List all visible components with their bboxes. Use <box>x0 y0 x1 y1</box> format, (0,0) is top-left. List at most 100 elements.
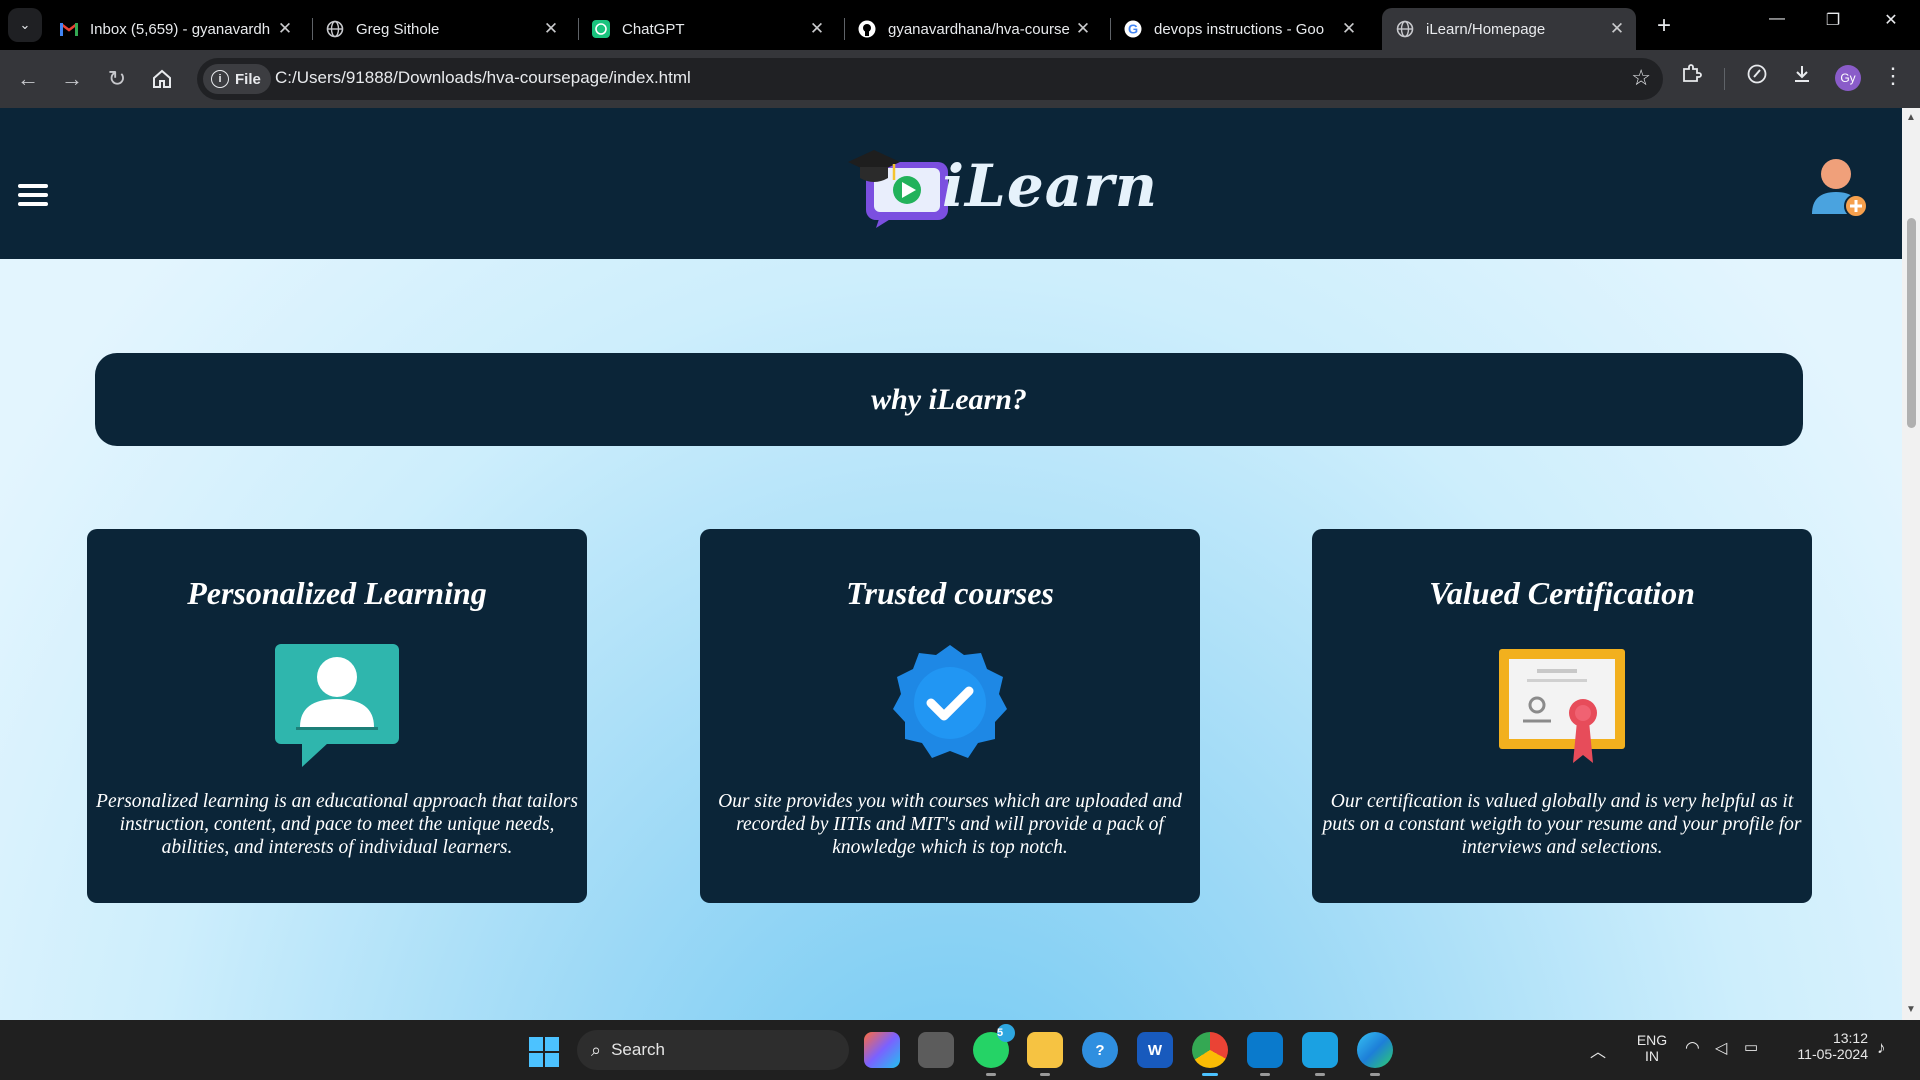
why-ilearn-banner: why iLearn? <box>95 353 1803 446</box>
taskbar-search[interactable]: ⌕ Search <box>577 1030 849 1070</box>
puzzle-icon <box>1683 64 1702 82</box>
performance-button[interactable] <box>1741 63 1773 91</box>
page-scrollbar[interactable]: ▲ ▼ <box>1902 108 1920 1020</box>
tab-title: ChatGPT <box>622 20 685 38</box>
close-icon[interactable]: ✕ <box>1336 19 1362 39</box>
reload-button[interactable]: ↻ <box>102 64 132 94</box>
tab-title: devops instructions - Goo <box>1154 20 1325 38</box>
arrow-left-icon: ← <box>17 66 39 91</box>
chevron-down-icon: ⌄ <box>19 17 31 32</box>
close-icon[interactable]: ✕ <box>538 19 564 39</box>
profile-avatar[interactable]: Gy <box>1835 65 1861 91</box>
scroll-thumb[interactable] <box>1907 218 1916 428</box>
chip-label: File <box>235 70 261 88</box>
feature-card-personalized: Personalized Learning Personalized learn… <box>87 529 587 903</box>
home-button[interactable] <box>147 64 177 94</box>
tab-google-doc[interactable]: G devops instructions - Goo ✕ <box>1110 8 1368 50</box>
browser-menu-button[interactable]: ⋮ <box>1877 63 1909 89</box>
close-icon[interactable]: ✕ <box>272 19 298 39</box>
tab-title: Greg Sithole <box>356 20 440 38</box>
downloads-button[interactable] <box>1786 63 1818 91</box>
task-view-icon[interactable] <box>918 1032 954 1068</box>
language-indicator[interactable]: ENG IN <box>1630 1032 1674 1064</box>
close-icon[interactable]: ✕ <box>1604 19 1630 39</box>
tab-chatgpt[interactable]: ChatGPT ✕ <box>578 8 836 50</box>
ilearn-logo-icon <box>848 150 948 228</box>
home-icon <box>153 69 171 88</box>
chrome-icon[interactable] <box>1192 1032 1228 1076</box>
github-icon <box>858 20 876 38</box>
close-icon[interactable]: ✕ <box>804 19 830 39</box>
feature-card-trusted: Trusted courses Our site provides you wi… <box>700 529 1200 903</box>
tray-overflow-chevron-icon[interactable]: ︿ <box>1590 1038 1606 1062</box>
why-ilearn-heading: why iLearn? <box>871 382 1027 416</box>
battery-icon[interactable]: ▭ <box>1744 1038 1758 1056</box>
gmail-icon <box>60 20 78 38</box>
download-icon <box>1795 66 1809 82</box>
tab-ilearn-homepage[interactable]: iLearn/Homepage ✕ <box>1382 8 1636 50</box>
globe-icon <box>326 20 344 38</box>
notepad-icon[interactable] <box>1302 1032 1338 1076</box>
volume-icon[interactable]: ◁ <box>1715 1038 1727 1058</box>
restore-button[interactable]: ❐ <box>1808 10 1858 30</box>
scroll-down-icon[interactable]: ▼ <box>1906 1004 1916 1015</box>
clock[interactable]: 13:12 11-05-2024 <box>1778 1030 1868 1062</box>
new-tab-button[interactable]: + <box>1650 12 1678 40</box>
toolbar-divider <box>1724 68 1725 90</box>
tab-title: iLearn/Homepage <box>1426 20 1546 38</box>
tab-github[interactable]: gyanavardhana/hva-course ✕ <box>844 8 1102 50</box>
more-vert-icon: ⋮ <box>1882 63 1904 88</box>
chatgpt-icon <box>592 20 610 38</box>
copilot-app-icon[interactable] <box>864 1032 900 1068</box>
lang-primary: ENG <box>1636 1032 1668 1048</box>
tab-greg-sithole[interactable]: Greg Sithole ✕ <box>312 8 570 50</box>
reload-icon: ↻ <box>107 66 127 91</box>
card-text: Our certification is valued globally and… <box>1322 791 1802 858</box>
taskbar-search-label: Search <box>611 1040 665 1059</box>
add-user-icon[interactable] <box>1808 152 1872 222</box>
word-icon[interactable]: W <box>1137 1032 1173 1068</box>
bookmark-star-icon[interactable]: ☆ <box>1631 65 1651 91</box>
info-icon: i <box>211 70 229 88</box>
extensions-button[interactable] <box>1675 63 1707 91</box>
brand-title: iLearn <box>942 152 1159 220</box>
tab-title: gyanavardhana/hva-course <box>888 20 1070 38</box>
vscode-icon[interactable] <box>1247 1032 1283 1076</box>
speedometer-icon <box>1747 64 1767 84</box>
address-bar[interactable]: i File C:/Users/91888/Downloads/hva-cour… <box>197 58 1663 100</box>
arrow-right-icon: → <box>61 66 83 91</box>
close-icon[interactable]: ✕ <box>1070 19 1096 39</box>
minimize-button[interactable]: — <box>1752 10 1802 28</box>
card-text: Our site provides you with courses which… <box>718 791 1182 858</box>
search-icon: ⌕ <box>591 1039 602 1060</box>
svg-text:G: G <box>1128 22 1138 37</box>
edge-icon[interactable] <box>1357 1032 1393 1076</box>
file-explorer-icon[interactable] <box>1027 1032 1063 1076</box>
clock-date: 11-05-2024 <box>1797 1046 1868 1062</box>
card-title: Personalized Learning <box>187 575 487 611</box>
url-text[interactable]: C:/Users/91888/Downloads/hva-coursepage/… <box>275 68 691 88</box>
site-info-chip[interactable]: i File <box>203 64 271 94</box>
back-button[interactable]: ← <box>13 64 43 94</box>
page-viewport: iLearn why iLearn? Personalized Learning… <box>0 108 1902 1020</box>
tab-title: Inbox (5,659) - gyanavardh <box>90 20 271 38</box>
globe-icon <box>1396 20 1414 38</box>
certificate-icon <box>1499 649 1625 763</box>
tab-gmail[interactable]: Inbox (5,659) - gyanavardh ✕ <box>46 8 304 50</box>
lang-secondary: IN <box>1645 1048 1659 1064</box>
forward-button[interactable]: → <box>57 64 87 94</box>
tab-search-button[interactable]: ⌄ <box>8 8 42 42</box>
wifi-icon[interactable]: ◠ <box>1685 1038 1700 1058</box>
windows-start-icon[interactable] <box>529 1037 559 1067</box>
notification-bell-icon[interactable]: ♪ <box>1877 1038 1886 1058</box>
whatsapp-icon[interactable]: 5 <box>973 1024 1015 1076</box>
help-app-icon[interactable]: ? <box>1082 1032 1118 1068</box>
hamburger-menu-icon[interactable] <box>18 184 48 211</box>
card-title: Trusted courses <box>846 575 1054 611</box>
site-header: iLearn <box>0 108 1902 259</box>
browser-toolbar: ← → ↻ i File C:/Users/91888/Downloads/hv… <box>0 50 1920 108</box>
feature-card-certification: Valued Certification Our certification i… <box>1312 529 1812 903</box>
close-window-button[interactable]: ✕ <box>1866 10 1916 30</box>
scroll-up-icon[interactable]: ▲ <box>1906 112 1916 123</box>
card-text: Personalized learning is an educational … <box>96 791 578 858</box>
